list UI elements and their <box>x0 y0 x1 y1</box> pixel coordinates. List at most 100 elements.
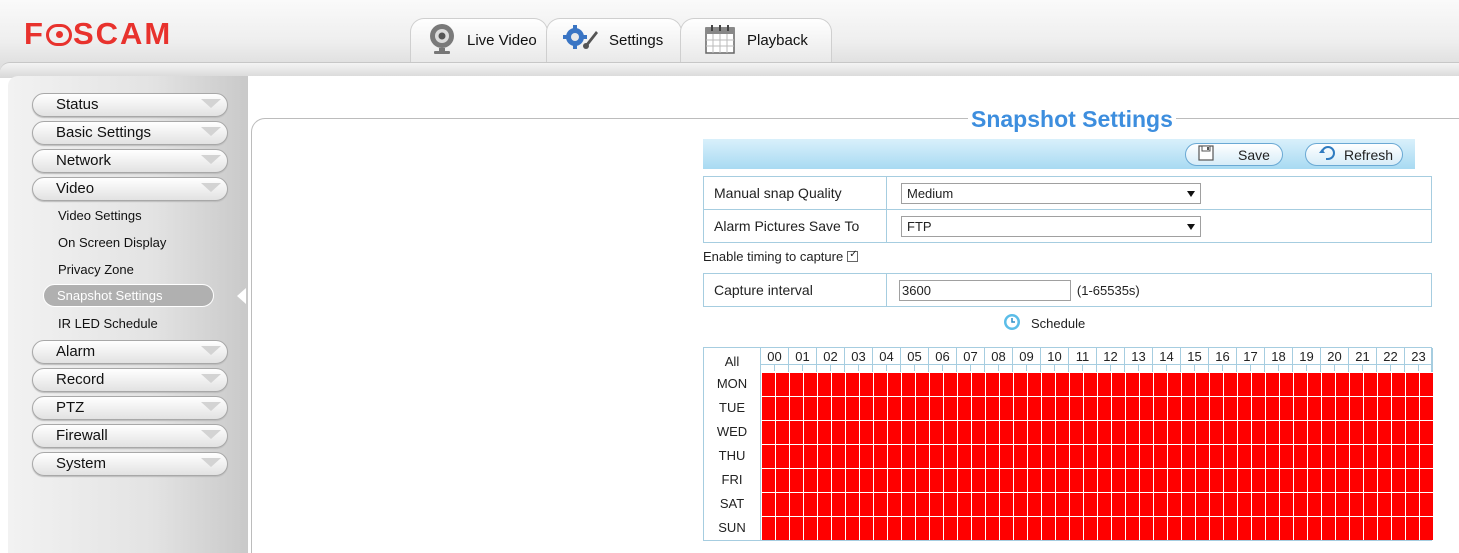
tab-settings[interactable]: Settings <box>546 18 682 62</box>
sidebar-item-basic-settings[interactable]: Basic Settings <box>32 121 228 145</box>
half-hour-marker <box>1111 364 1125 371</box>
sidebar-subitem-snapshot-settings[interactable]: Snapshot Settings <box>43 284 214 307</box>
refresh-button-label: Refresh <box>1344 146 1394 163</box>
hour-header-09[interactable]: 09 <box>1013 348 1041 372</box>
half-hour-marker <box>845 364 859 371</box>
sidebar-subitem-privacy-zone[interactable]: Privacy Zone <box>58 262 134 277</box>
sidebar-item-status[interactable]: Status <box>32 93 228 117</box>
enable-timing-row: Enable timing to capture <box>703 249 859 264</box>
chevron-down-icon <box>201 458 221 467</box>
sidebar-item-firewall[interactable]: Firewall <box>32 424 228 448</box>
tab-live-video[interactable]: Live Video <box>410 18 548 62</box>
tab-label: Live Video <box>467 32 537 49</box>
hour-header-02[interactable]: 02 <box>817 348 845 372</box>
hour-header-04[interactable]: 04 <box>873 348 901 372</box>
day-label-thu[interactable]: THU <box>704 444 761 468</box>
refresh-button[interactable]: Refresh <box>1305 143 1403 166</box>
hour-header-23[interactable]: 23 <box>1405 348 1433 372</box>
floppy-disk-icon <box>1198 145 1214 164</box>
sidebar-item-video[interactable]: Video <box>32 177 228 201</box>
chevron-down-icon <box>201 346 221 355</box>
hour-header-06[interactable]: 06 <box>929 348 957 372</box>
half-hour-marker <box>1013 364 1027 371</box>
tab-playback[interactable]: Playback <box>680 18 832 62</box>
foscam-logo: F SCAM <box>24 16 172 52</box>
hour-header-14[interactable]: 14 <box>1153 348 1181 372</box>
day-label-mon[interactable]: MON <box>704 372 761 396</box>
hour-header-17[interactable]: 17 <box>1237 348 1265 372</box>
hour-header-10[interactable]: 10 <box>1041 348 1069 372</box>
sidebar-subitem-on-screen-display[interactable]: On Screen Display <box>58 235 166 250</box>
sidebar-item-alarm[interactable]: Alarm <box>32 340 228 364</box>
sidebar-item-label: Basic Settings <box>56 124 152 141</box>
half-hour-marker <box>817 364 831 371</box>
day-label-fri[interactable]: FRI <box>704 468 761 492</box>
page-title: Snapshot Settings <box>968 106 1176 133</box>
schedule-cells[interactable] <box>761 372 1433 540</box>
hour-header-13[interactable]: 13 <box>1125 348 1153 372</box>
half-hour-marker <box>929 364 943 371</box>
save-to-selected-value: FTP <box>907 218 932 234</box>
half-hour-marker <box>1153 364 1167 371</box>
schedule-title: Schedule <box>1031 316 1086 331</box>
half-hour-marker <box>901 364 915 371</box>
hour-header-00[interactable]: 00 <box>761 348 789 372</box>
sidebar-subitem-ir-led-schedule[interactable]: IR LED Schedule <box>58 316 158 331</box>
sidebar-item-record[interactable]: Record <box>32 368 228 392</box>
hour-header-15[interactable]: 15 <box>1181 348 1209 372</box>
tab-label: Settings <box>609 32 664 49</box>
half-hour-marker <box>1139 364 1153 371</box>
half-hour-marker <box>1251 364 1265 371</box>
snapshot-settings-form: Manual snap Quality Medium Alarm Picture… <box>703 176 1432 243</box>
hour-header-19[interactable]: 19 <box>1293 348 1321 372</box>
save-button[interactable]: Save <box>1185 143 1283 166</box>
hour-header-01[interactable]: 01 <box>789 348 817 372</box>
chevron-down-icon <box>201 127 221 136</box>
schedule-grid: All 00 01 02 03 04 05 06 07 08 09 10 11 12 13 14 15 16 17… <box>703 347 1433 541</box>
half-hour-marker <box>1335 364 1349 371</box>
hour-header-16[interactable]: 16 <box>1209 348 1237 372</box>
logo-text: F SCAM <box>24 16 173 51</box>
half-hour-marker <box>1027 364 1041 371</box>
save-to-select[interactable]: FTP <box>901 215 1201 237</box>
half-hour-marker <box>1363 364 1377 371</box>
hour-header-08[interactable]: 08 <box>985 348 1013 372</box>
half-hour-marker <box>1405 364 1419 371</box>
quality-select[interactable]: Medium <box>901 182 1201 204</box>
dropdown-arrow-icon <box>1187 190 1195 197</box>
sidebar-item-ptz[interactable]: PTZ <box>32 396 228 420</box>
hour-header-18[interactable]: 18 <box>1265 348 1293 372</box>
half-hour-marker <box>1223 364 1237 371</box>
quality-label: Manual snap Quality <box>703 176 887 210</box>
day-label-sun[interactable]: SUN <box>704 516 761 540</box>
hour-header-21[interactable]: 21 <box>1349 348 1377 372</box>
select-all-button[interactable]: All <box>704 348 761 372</box>
day-label-sat[interactable]: SAT <box>704 492 761 516</box>
day-label-wed[interactable]: WED <box>704 420 761 444</box>
half-hour-marker <box>1055 364 1069 371</box>
hour-header-12[interactable]: 12 <box>1097 348 1125 372</box>
half-hour-marker <box>1265 364 1279 371</box>
day-label-tue[interactable]: TUE <box>704 396 761 420</box>
half-hour-marker <box>943 364 957 371</box>
half-hour-marker <box>1349 364 1363 371</box>
half-hour-marker <box>1307 364 1321 371</box>
half-hour-marker <box>831 364 845 371</box>
sidebar-item-network[interactable]: Network <box>32 149 228 173</box>
sidebar-subitem-video-settings[interactable]: Video Settings <box>58 208 142 223</box>
half-hour-marker <box>1097 364 1111 371</box>
hour-header-20[interactable]: 20 <box>1321 348 1349 372</box>
hour-header-05[interactable]: 05 <box>901 348 929 372</box>
sidebar-item-label: Network <box>56 152 112 169</box>
app-header: F SCAM Live Video Settings Playback <box>0 0 1459 70</box>
half-hour-marker <box>789 364 803 371</box>
capture-interval-input[interactable]: 3600 <box>899 279 1071 301</box>
hour-header-07[interactable]: 07 <box>957 348 985 372</box>
hour-header-11[interactable]: 11 <box>1069 348 1097 372</box>
enable-timing-checkbox[interactable] <box>847 249 859 262</box>
save-to-label: Alarm Pictures Save To <box>703 209 887 243</box>
sidebar-item-system[interactable]: System <box>32 452 228 476</box>
hour-header-22[interactable]: 22 <box>1377 348 1405 372</box>
hour-header-03[interactable]: 03 <box>845 348 873 372</box>
sidebar-item-label: PTZ <box>56 399 85 416</box>
